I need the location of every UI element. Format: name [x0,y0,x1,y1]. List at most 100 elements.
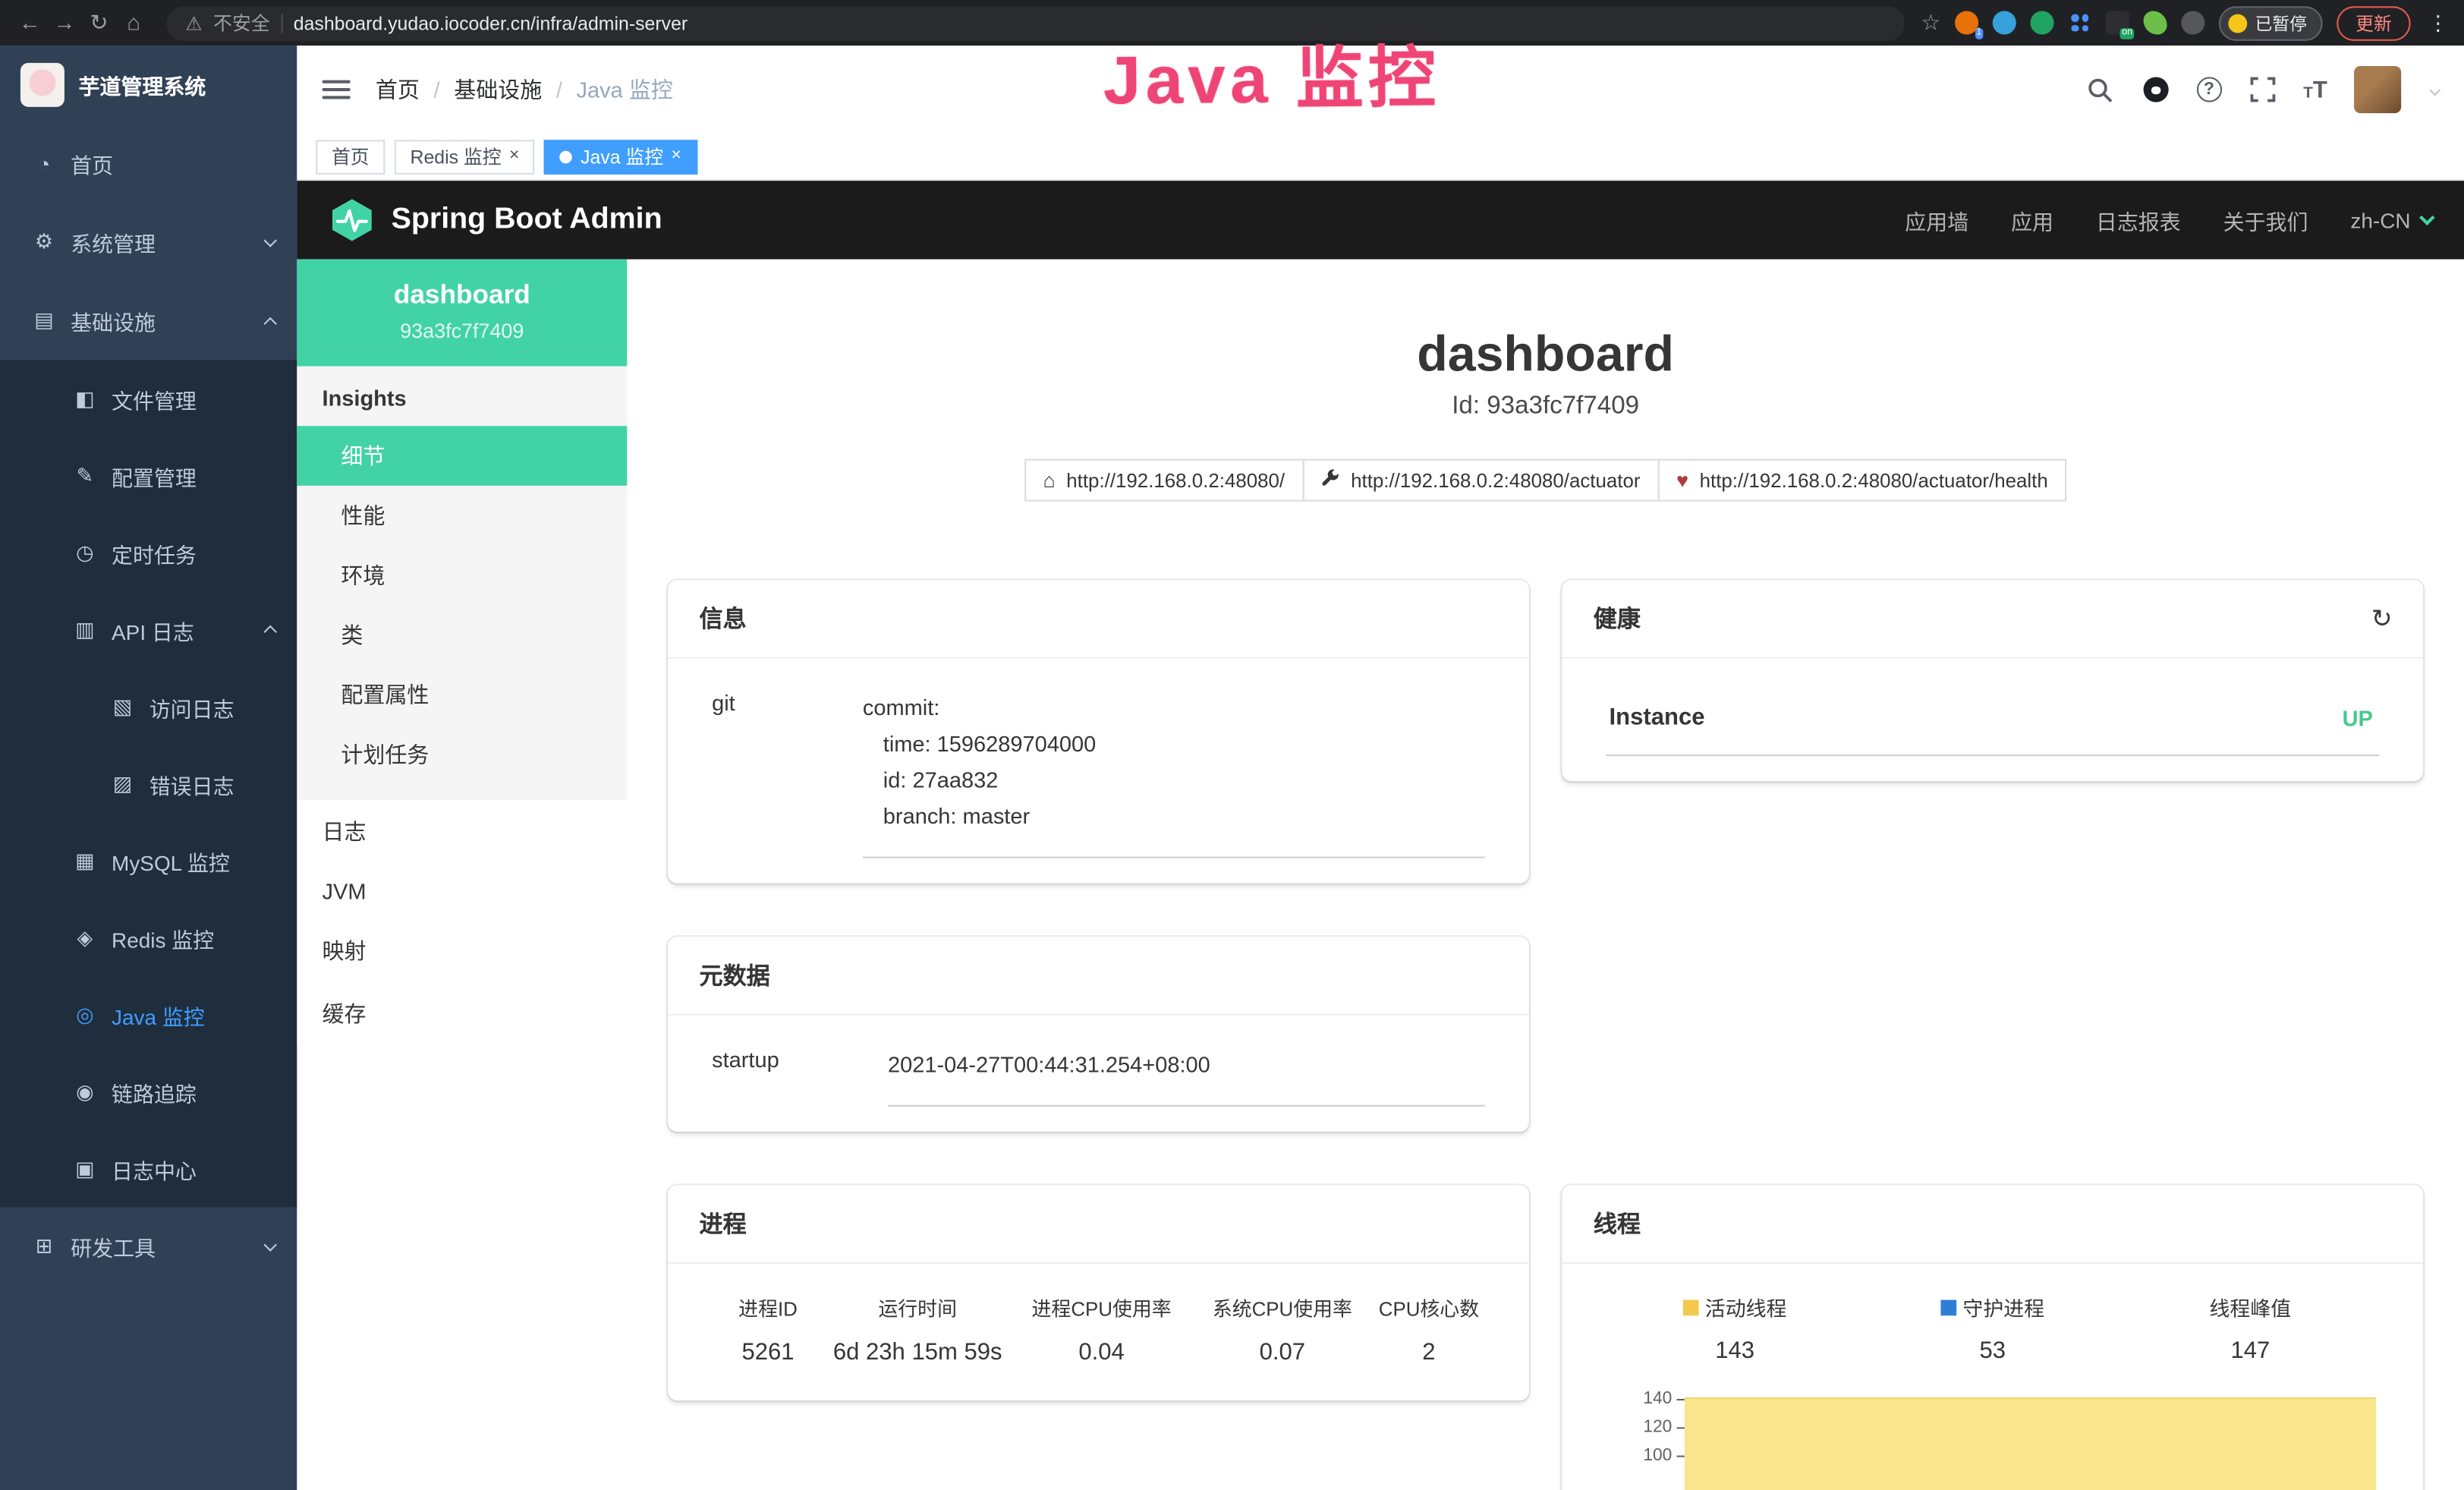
sidebar-item-label: 定时任务 [112,537,197,568]
link-health-url[interactable]: ♥ http://192.168.0.2:48080/actuator/heal… [1657,459,2066,502]
smiley-icon [2228,14,2247,33]
sba-item-environment[interactable]: 环境 [297,546,627,606]
sba-item-details[interactable]: 细节 [297,426,627,486]
reload-icon[interactable]: ↻ [82,0,117,46]
sba-header: Spring Boot Admin 应用墙 应用 日志报表 关于我们 zh-CN [297,181,2464,260]
browser-actions: ☆ 1 on 已暂停 更新 ⋮ [1921,5,2451,40]
sidebar-item-dev-tools[interactable]: ⊞ 研发工具 [0,1207,297,1286]
sidebar-item-config-mgmt[interactable]: ✎ 配置管理 [0,437,297,514]
avatar-caret-icon[interactable] [2429,84,2440,96]
sba-nav-wall[interactable]: 应用墙 [1905,204,1968,235]
extension-icon-blue-drop[interactable] [1993,11,2016,34]
back-icon[interactable]: ← [13,0,48,46]
threads-card: 线程 活动线程 143 守护进程 [1562,1186,2423,1490]
y-tick-label: 140 [1643,1391,1672,1410]
tab-java-monitor[interactable]: Java 监控 × [544,139,697,174]
sidebar-item-access-logs[interactable]: ▧ 访问日志 [0,668,297,745]
font-size-icon[interactable]: TT [2303,76,2327,102]
sidebar-item-label: 系统管理 [71,226,156,257]
page-subtitle: Id: 93a3fc7f7409 [627,393,2464,421]
home-icon[interactable]: ⌂ [116,0,151,46]
github-icon[interactable] [2141,75,2170,103]
history-icon[interactable]: ↺ [2371,603,2392,634]
breadcrumb-home[interactable]: 首页 [376,74,420,105]
sidebar-item-tracing[interactable]: ◉ 链路追踪 [0,1053,297,1129]
sba-item-classes[interactable]: 类 [297,605,627,665]
sidebar-item-scheduled-jobs[interactable]: ◷ 定时任务 [0,514,297,591]
sidebar-item-api-logs[interactable]: ▥ API 日志 [0,591,297,668]
app-title: 芋道管理系统 [79,69,206,100]
eye-icon: ◉ [72,1079,97,1104]
paused-badge[interactable]: 已暂停 [2219,5,2323,40]
security-warning-icon[interactable]: ⚠ [185,12,202,34]
close-icon[interactable]: × [672,148,681,165]
sba-item-config-props[interactable]: 配置属性 [297,665,627,725]
breadcrumb-infra[interactable]: 基础设施 [454,74,542,105]
sba-nav-journal[interactable]: 日志报表 [2096,204,2181,235]
sidebar-item-label: 访问日志 [149,691,234,722]
sidebar-item-redis-monitor[interactable]: ◈ Redis 监控 [0,899,297,975]
database-icon: ▦ [72,848,97,873]
legend-square-blue [1940,1299,1956,1315]
sidebar-item-java-monitor[interactable]: ◎ Java 监控 [0,976,297,1053]
address-bar[interactable]: ⚠ 不安全 dashboard.yudao.iocoder.cn/infra/a… [167,5,1905,40]
sba-brand[interactable]: Spring Boot Admin [329,197,662,244]
extension-icon-green[interactable] [2030,11,2053,34]
instance-id: 93a3fc7f7409 [313,319,611,342]
extension-icon-orange[interactable]: 1 [1955,11,1978,34]
link-base-url[interactable]: ⌂ http://192.168.0.2:48080/ [1024,459,1304,502]
process-col-header: 运行时间 [824,1293,1011,1322]
hamburger-icon[interactable] [323,80,351,99]
edit-icon: ✎ [72,463,97,488]
locale-selector[interactable]: zh-CN [2350,208,2432,232]
sidebar-item-file-mgmt[interactable]: ◧ 文件管理 [0,360,297,436]
process-col-value: 0.07 [1192,1340,1373,1366]
active-tab-dot [560,150,573,163]
fullscreen-icon[interactable] [2248,75,2277,103]
sba-item-logs[interactable]: 日志 [297,800,627,863]
legend-value: 143 [1606,1338,1864,1365]
sba-item-jvm[interactable]: JVM [297,863,627,920]
insights-section-label: Insights [297,366,627,426]
process-table: 进程ID5261 运行时间6d 23h 15m 59s 进程CPU使用率0.04… [712,1274,1485,1376]
sba-item-caches[interactable]: 缓存 [297,982,627,1045]
instance-header[interactable]: dashboard 93a3fc7f7409 [297,260,627,367]
sba-nav-applications[interactable]: 应用 [2011,204,2053,235]
sidebar-item-log-center[interactable]: ▣ 日志中心 [0,1130,297,1207]
sba-sidebar: dashboard 93a3fc7f7409 Insights 细节 性能 环境… [297,260,627,1490]
sidebar-item-infrastructure[interactable]: ▤ 基础设施 [0,282,297,361]
bookmark-star-icon[interactable]: ☆ [1921,9,1940,36]
tab-redis-monitor[interactable]: Redis 监控 × [395,139,535,174]
help-icon[interactable]: ? [2196,77,2221,102]
process-col-header: CPU核心数 [1373,1293,1485,1322]
extension-icon-dots-grid[interactable] [2068,11,2091,34]
sba-item-scheduled-tasks[interactable]: 计划任务 [297,725,627,785]
instance-name: dashboard [313,280,611,311]
user-avatar[interactable] [2354,66,2401,113]
sba-item-metrics[interactable]: 性能 [297,486,627,546]
forward-icon[interactable]: → [47,0,82,46]
browser-menu-icon[interactable]: ⋮ [2425,10,2451,35]
process-card: 进程 进程ID5261 运行时间6d 23h 15m 59s 进程CPU使用率0… [668,1186,1529,1401]
extension-icon-puzzle[interactable] [2181,11,2204,34]
sba-item-mappings[interactable]: 映射 [297,919,627,982]
tab-home[interactable]: 首页 [316,139,385,174]
sidebar-item-error-logs[interactable]: ▨ 错误日志 [0,745,297,822]
y-tick-label: 120 [1643,1419,1672,1438]
legend-daemon-threads: 守护进程 53 [1864,1293,2122,1365]
close-icon[interactable]: × [509,148,519,165]
search-icon[interactable] [2086,75,2114,103]
extension-icon-on-toggle[interactable]: on [2106,11,2129,34]
sidebar-item-mysql-monitor[interactable]: ▦ MySQL 监控 [0,822,297,899]
sidebar-item-system-mgmt[interactable]: ⚙ 系统管理 [0,203,297,282]
sidebar-item-home[interactable]: ◔ 首页 [0,124,297,203]
url-text[interactable]: dashboard.yudao.iocoder.cn/infra/admin-s… [294,12,688,34]
chrome-update-button[interactable]: 更新 [2337,5,2410,40]
app-logo-row[interactable]: 芋道管理系统 [0,46,297,124]
sidebar-item-label: Java 监控 [112,999,205,1030]
breadcrumb-separator: / [434,77,440,102]
health-row-instance[interactable]: Instance UP [1606,681,2379,756]
sba-nav-about[interactable]: 关于我们 [2223,204,2308,235]
extension-icon-leaf[interactable] [2144,11,2167,34]
link-actuator-url[interactable]: http://192.168.0.2:48080/actuator [1302,459,1659,502]
